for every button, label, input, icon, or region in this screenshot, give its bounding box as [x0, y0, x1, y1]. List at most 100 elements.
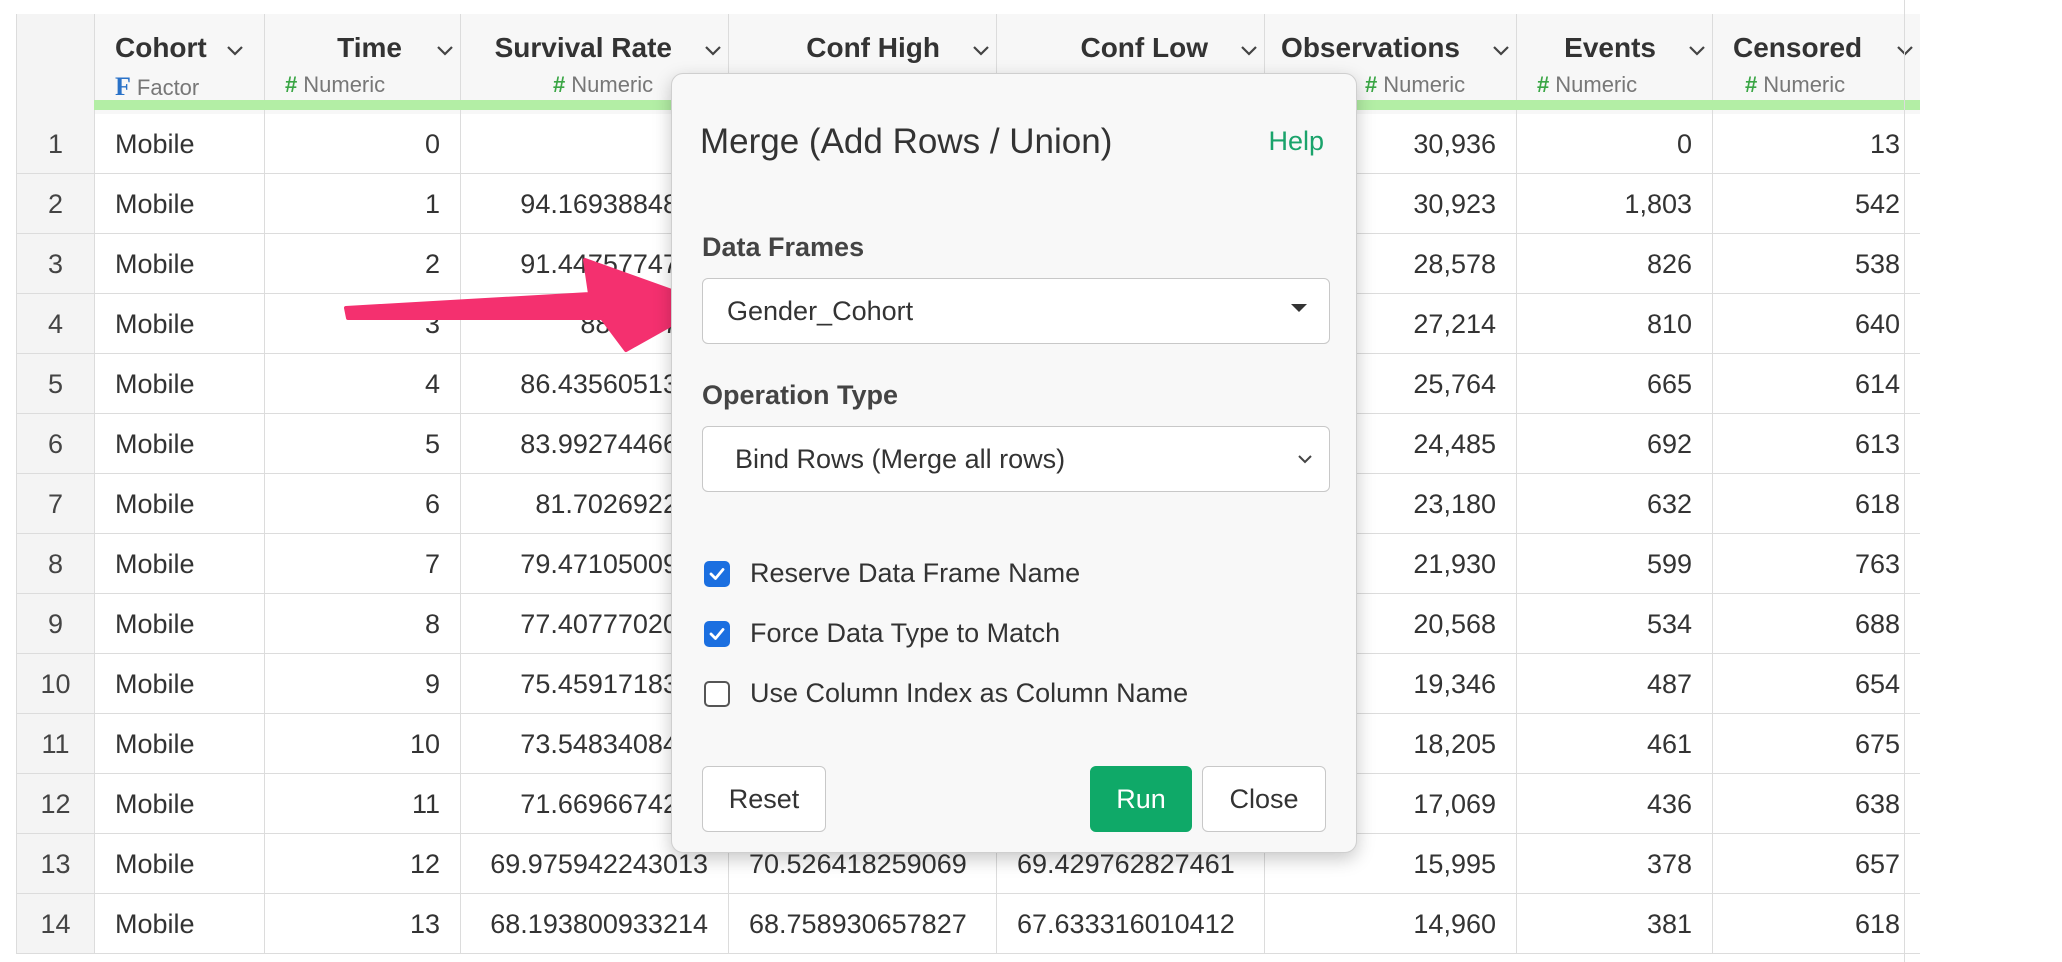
column-header-cohort[interactable]: Cohort F Factor	[94, 14, 264, 114]
cell-time[interactable]: 8	[264, 594, 460, 654]
cell-time[interactable]: 0	[264, 114, 460, 174]
cell-observations[interactable]: 14,960	[1264, 894, 1516, 954]
row-index-cell[interactable]: 3	[16, 234, 94, 294]
cell-censored[interactable]: 618	[1712, 474, 1920, 534]
row-index-cell[interactable]: 12	[16, 774, 94, 834]
help-link[interactable]: Help	[1268, 126, 1324, 157]
cell-time[interactable]: 4	[264, 354, 460, 414]
cell-cohort[interactable]: Mobile	[94, 414, 264, 474]
cell-events[interactable]: 461	[1516, 714, 1712, 774]
cell-censored[interactable]: 613	[1712, 414, 1920, 474]
run-button[interactable]: Run	[1090, 766, 1192, 832]
chevron-down-icon[interactable]	[701, 38, 725, 62]
cell-time[interactable]: 7	[264, 534, 460, 594]
cell-time[interactable]: 10	[264, 714, 460, 774]
row-index-cell[interactable]: 11	[16, 714, 94, 774]
cell-cohort[interactable]: Mobile	[94, 174, 264, 234]
cell-cohort[interactable]: Mobile	[94, 294, 264, 354]
cell-events[interactable]: 692	[1516, 414, 1712, 474]
cell-censored[interactable]: 763	[1712, 534, 1920, 594]
cell-cohort[interactable]: Mobile	[94, 774, 264, 834]
cell-time[interactable]: 5	[264, 414, 460, 474]
checkbox-checked[interactable]	[704, 560, 730, 587]
cell-events[interactable]: 1,803	[1516, 174, 1712, 234]
cell-events[interactable]: 599	[1516, 534, 1712, 594]
row-index-cell[interactable]: 8	[16, 534, 94, 594]
row-index-cell[interactable]: 2	[16, 174, 94, 234]
row-index-cell[interactable]: 7	[16, 474, 94, 534]
cell-events[interactable]: 381	[1516, 894, 1712, 954]
cell-censored[interactable]: 618	[1712, 894, 1920, 954]
cell-survival[interactable]: 68.193800933214	[460, 894, 728, 954]
operation-type-select[interactable]: Bind Rows (Merge all rows)	[702, 426, 1330, 492]
use-column-index-checkbox[interactable]: Use Column Index as Column Name	[704, 678, 1188, 709]
cell-events[interactable]: 487	[1516, 654, 1712, 714]
row-index-cell[interactable]: 5	[16, 354, 94, 414]
cell-events[interactable]: 665	[1516, 354, 1712, 414]
column-header-censored[interactable]: Censored # Numeric	[1712, 14, 1920, 114]
cell-cohort[interactable]: Mobile	[94, 834, 264, 894]
cell-conf-high[interactable]: 68.758930657827	[728, 894, 996, 954]
table-row[interactable]: 14 Mobile 13 68.193800933214 68.758930657827…	[16, 894, 1920, 954]
cell-cohort[interactable]: Mobile	[94, 114, 264, 174]
cell-time[interactable]: 13	[264, 894, 460, 954]
cell-cohort[interactable]: Mobile	[94, 654, 264, 714]
cell-events[interactable]: 378	[1516, 834, 1712, 894]
numeric-type-icon: #	[553, 72, 566, 97]
cell-events[interactable]: 0	[1516, 114, 1712, 174]
cell-events[interactable]: 436	[1516, 774, 1712, 834]
chevron-down-icon[interactable]	[1237, 38, 1261, 62]
row-index-cell[interactable]: 9	[16, 594, 94, 654]
cell-censored[interactable]: 675	[1712, 714, 1920, 774]
close-button[interactable]: Close	[1202, 766, 1326, 832]
cell-censored[interactable]: 640	[1712, 294, 1920, 354]
row-index-cell[interactable]: 6	[16, 414, 94, 474]
chevron-down-icon[interactable]	[433, 38, 457, 62]
cell-events[interactable]: 534	[1516, 594, 1712, 654]
cell-cohort[interactable]: Mobile	[94, 474, 264, 534]
cell-events[interactable]: 632	[1516, 474, 1712, 534]
reset-button[interactable]: Reset	[702, 766, 826, 832]
cell-cohort[interactable]: Mobile	[94, 714, 264, 774]
cell-time[interactable]: 9	[264, 654, 460, 714]
cell-time[interactable]: 6	[264, 474, 460, 534]
cell-censored[interactable]: 638	[1712, 774, 1920, 834]
chevron-down-icon[interactable]	[1685, 38, 1709, 62]
cell-cohort[interactable]: Mobile	[94, 594, 264, 654]
chevron-down-icon[interactable]	[223, 38, 247, 62]
row-index-cell[interactable]: 13	[16, 834, 94, 894]
cell-time[interactable]: 12	[264, 834, 460, 894]
column-header-events[interactable]: Events # Numeric	[1516, 14, 1712, 114]
cell-censored[interactable]: 542	[1712, 174, 1920, 234]
cell-conf-low[interactable]: 67.633316010412	[996, 894, 1264, 954]
cell-censored[interactable]: 13	[1712, 114, 1920, 174]
numeric-type-icon: #	[1365, 72, 1378, 97]
checkbox-checked[interactable]	[704, 620, 730, 647]
cell-cohort[interactable]: Mobile	[94, 894, 264, 954]
cell-cohort[interactable]: Mobile	[94, 234, 264, 294]
row-index-cell[interactable]: 14	[16, 894, 94, 954]
chevron-down-icon[interactable]	[969, 38, 993, 62]
force-data-type-checkbox[interactable]: Force Data Type to Match	[704, 618, 1060, 649]
chevron-down-icon[interactable]	[1489, 38, 1513, 62]
column-header-time[interactable]: Time # Numeric	[264, 14, 460, 114]
cell-censored[interactable]: 614	[1712, 354, 1920, 414]
cell-censored[interactable]: 538	[1712, 234, 1920, 294]
chevron-down-icon[interactable]	[1893, 38, 1917, 62]
cell-events[interactable]: 810	[1516, 294, 1712, 354]
cell-cohort[interactable]: Mobile	[94, 354, 264, 414]
row-index-cell[interactable]: 10	[16, 654, 94, 714]
data-frames-select[interactable]: Gender_Cohort	[702, 278, 1330, 344]
checkbox-unchecked[interactable]	[704, 680, 730, 707]
cell-cohort[interactable]: Mobile	[94, 534, 264, 594]
reserve-data-frame-name-checkbox[interactable]: Reserve Data Frame Name	[704, 558, 1080, 589]
cell-censored[interactable]: 654	[1712, 654, 1920, 714]
row-index-cell[interactable]: 4	[16, 294, 94, 354]
cell-time[interactable]: 11	[264, 774, 460, 834]
cell-censored[interactable]: 657	[1712, 834, 1920, 894]
cell-events[interactable]: 826	[1516, 234, 1712, 294]
row-index-cell[interactable]: 1	[16, 114, 94, 174]
cell-censored[interactable]: 688	[1712, 594, 1920, 654]
cell-time[interactable]: 1	[264, 174, 460, 234]
column-type: # Numeric	[1537, 72, 1638, 97]
